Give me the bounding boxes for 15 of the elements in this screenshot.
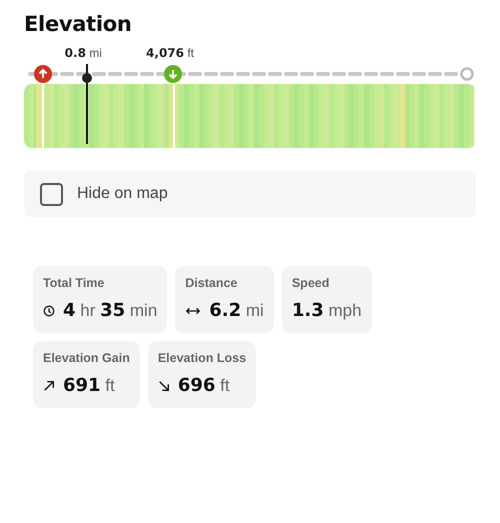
elevation-reading: 4,076 ft [146, 46, 194, 60]
stat-value: 1.3 mph [292, 300, 362, 321]
checkbox-label: Hide on map [77, 185, 168, 203]
stat-value: 691 ft [63, 375, 115, 396]
hide-on-map-row[interactable]: Hide on map [24, 171, 476, 217]
stat-label: Distance [185, 276, 238, 290]
distance-reading: 0.8 mi [64, 46, 102, 60]
stat-label: Elevation Loss [158, 351, 246, 365]
stat-value: 696 ft [178, 375, 230, 396]
stat-label: Total Time [43, 276, 106, 290]
stat-value: 4 hr 35 min [63, 300, 158, 321]
stat-label: Speed [292, 276, 330, 290]
section-title: Elevation [24, 12, 133, 36]
stat-value: 6.2 mi [209, 300, 264, 321]
stat-label: Elevation Gain [43, 351, 130, 365]
